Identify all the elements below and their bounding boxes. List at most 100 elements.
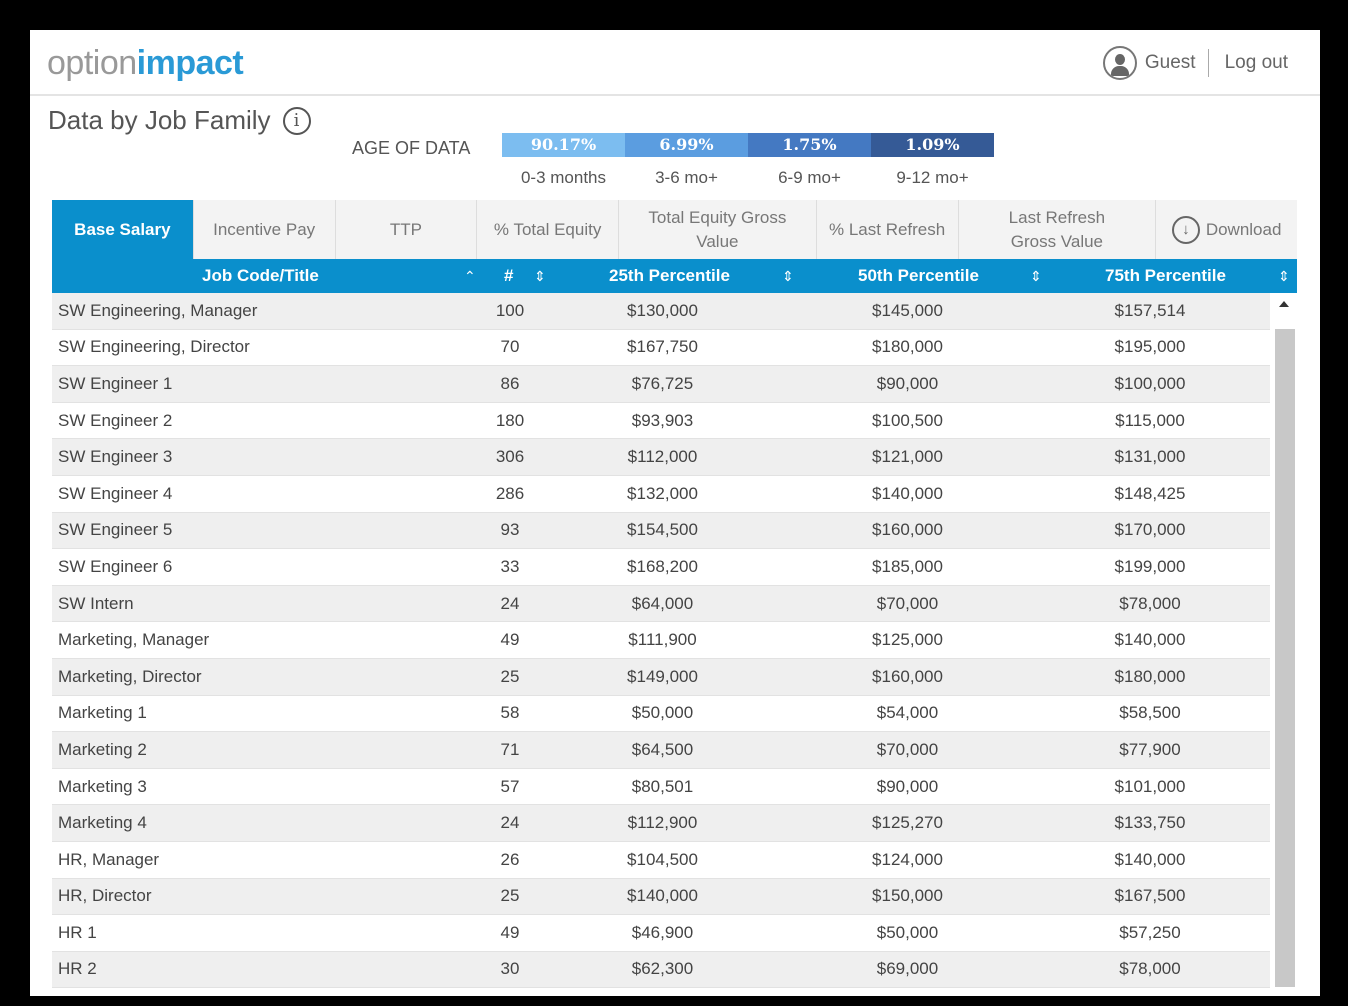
table-row[interactable]: SW Engineer 4 286 $132,000 $140,000 $148,425 — [52, 476, 1270, 513]
p25-cell: $64,500 — [631, 739, 694, 759]
table-row[interactable]: SW Intern 24 $64,000 $70,000 $78,000 — [52, 585, 1270, 623]
job-title-cell: SW Engineer 1 — [58, 373, 173, 393]
p25-cell: $112,000 — [627, 447, 698, 467]
job-title-cell: SW Intern — [58, 593, 134, 613]
sort-icon[interactable]: ⇕ — [534, 259, 546, 293]
count-cell: 26 — [500, 849, 520, 869]
download-button[interactable]: ↓ Download — [1156, 200, 1297, 259]
table-row[interactable]: SW Engineering, Manager 100 $130,000 $145,0… — [52, 293, 1270, 330]
sort-icon[interactable]: ⇕ — [782, 259, 794, 293]
col-job-title[interactable]: Job Code/Title — [202, 259, 319, 293]
tab-base-salary[interactable]: Base Salary — [52, 200, 194, 259]
user-name[interactable]: Guest — [1145, 52, 1196, 74]
info-icon[interactable]: i — [282, 106, 311, 135]
age-of-data-legend: 0-3 months 3-6 mo+ 6-9 mo+ 9-12 mo+ — [502, 168, 994, 188]
count-cell: 71 — [500, 739, 520, 759]
p50-cell: $70,000 — [876, 593, 939, 613]
tab-total-equity[interactable]: % Total Equity — [477, 200, 619, 259]
count-cell: 286 — [495, 483, 525, 503]
p50-cell: $100,500 — [872, 410, 943, 430]
page-title: Data by Job Family i — [48, 105, 311, 136]
table-row[interactable]: HR 2 30 $62,300 $69,000 $78,000 — [52, 951, 1270, 989]
job-title-cell: Marketing, Director — [58, 666, 202, 686]
p50-cell: $185,000 — [872, 556, 943, 576]
table-row[interactable]: Marketing 3 57 $80,501 $90,000 $101,000 — [52, 769, 1270, 806]
count-cell: 58 — [500, 703, 520, 723]
sort-icon[interactable]: ⇕ — [1030, 259, 1042, 293]
col-p75[interactable]: 75th Percentile — [1105, 259, 1226, 293]
count-cell: 49 — [500, 922, 520, 942]
user-icon — [1102, 46, 1137, 80]
count-cell: 57 — [500, 776, 520, 796]
tab-total-equity-gross-value[interactable]: Total Equity Gross Value — [619, 200, 817, 259]
table-header: Job Code/Title ⌃ # ⇕ 25th Percentile ⇕ 5… — [52, 259, 1297, 293]
job-title-cell: HR, Manager — [58, 849, 160, 869]
tab-last-refresh[interactable]: % Last Refresh — [817, 200, 959, 259]
job-title-cell: HR, Director — [58, 886, 152, 906]
sort-asc-icon[interactable]: ⌃ — [464, 259, 476, 293]
p25-cell: $76,725 — [631, 373, 694, 393]
age-segment: 1.09% — [871, 133, 994, 157]
table-row[interactable]: SW Engineer 3 306 $112,000 $121,000 $131,000 — [52, 439, 1270, 476]
sort-icon[interactable]: ⇕ — [1278, 259, 1290, 293]
scroll-thumb[interactable] — [1275, 329, 1295, 987]
p50-cell: $124,000 — [872, 849, 943, 869]
table-row[interactable]: Marketing 1 58 $50,000 $54,000 $58,500 — [52, 696, 1270, 733]
p50-cell: $145,000 — [872, 300, 943, 320]
p75-cell: $58,500 — [1119, 703, 1181, 723]
table-row[interactable]: SW Engineer 5 93 $154,500 $160,000 $170,000 — [52, 512, 1270, 550]
age-segment: 90.17% — [502, 133, 625, 157]
p75-cell: $101,000 — [1114, 776, 1186, 796]
p25-cell: $167,750 — [627, 337, 698, 357]
p25-cell: $111,900 — [628, 630, 697, 650]
p75-cell: $157,514 — [1114, 300, 1186, 320]
logout-link[interactable]: Log out — [1225, 52, 1288, 74]
tab-ttp[interactable]: TTP — [336, 200, 478, 259]
table-row[interactable]: HR, Manager 26 $104,500 $124,000 $140,000 — [52, 842, 1270, 879]
p25-cell: $132,000 — [627, 483, 698, 503]
metric-tabs: Base Salary Incentive Pay TTP% Total Equit… — [52, 200, 1297, 259]
count-cell: 33 — [500, 556, 520, 576]
p25-cell: $149,000 — [627, 666, 698, 686]
count-cell: 30 — [500, 959, 520, 979]
p75-cell: $57,250 — [1119, 922, 1181, 942]
table-row[interactable]: SW Engineer 6 33 $168,200 $185,000 $199,000 — [52, 549, 1270, 586]
table-row[interactable]: HR, Director 25 $140,000 $150,000 $167,500 — [52, 878, 1270, 916]
count-cell: 180 — [495, 410, 525, 430]
p75-cell: $78,000 — [1119, 959, 1181, 979]
p50-cell: $150,000 — [872, 886, 943, 906]
p50-cell: $125,270 — [872, 813, 943, 833]
scroll-up-icon[interactable] — [1279, 301, 1289, 307]
count-cell: 24 — [500, 813, 520, 833]
tab-last-refresh-gross-value[interactable]: Last Refresh Gross Value — [959, 200, 1157, 259]
job-title-cell: SW Engineer 4 — [58, 483, 173, 503]
job-title-cell: SW Engineering, Director — [58, 337, 250, 357]
p25-cell: $64,000 — [631, 593, 694, 613]
scrollbar[interactable] — [1273, 293, 1297, 987]
p25-cell: $112,900 — [627, 813, 698, 833]
p75-cell: $195,000 — [1114, 337, 1186, 357]
table-row[interactable]: SW Engineer 1 86 $76,725 $90,000 $100,000 — [52, 366, 1270, 403]
col-p50[interactable]: 50th Percentile — [858, 259, 979, 293]
age-segment: 1.75% — [748, 133, 871, 157]
logo[interactable]: optionimpact — [47, 44, 244, 83]
col-count[interactable]: # — [504, 259, 513, 293]
table-row[interactable]: Marketing, Director 25 $149,000 $160,000 $18… — [52, 658, 1270, 696]
table-row[interactable]: Marketing 4 24 $112,900 $125,270 $133,750 — [52, 805, 1270, 842]
job-title-cell: Marketing 3 — [58, 776, 147, 796]
tab-incentive-pay[interactable]: Incentive Pay — [194, 200, 336, 259]
count-cell: 100 — [495, 300, 525, 320]
job-title-cell: HR 1 — [58, 922, 97, 942]
table-row[interactable]: Marketing, Manager 49 $111,900 $125,000 $140… — [52, 622, 1270, 659]
table-row[interactable]: SW Engineering, Director 70 $167,750 $180,0… — [52, 330, 1270, 367]
p50-cell: $70,000 — [876, 739, 939, 759]
col-p25[interactable]: 25th Percentile — [609, 259, 730, 293]
table-row[interactable]: HR 1 49 $46,900 $50,000 $57,250 — [52, 915, 1270, 952]
job-title-cell: Marketing 2 — [58, 739, 147, 759]
p25-cell: $80,501 — [631, 776, 694, 796]
age-segment-label: 0-3 months — [520, 168, 607, 187]
p75-cell: $78,000 — [1119, 593, 1181, 613]
table-row[interactable]: Marketing 2 71 $64,500 $70,000 $77,900 — [52, 732, 1270, 769]
p50-cell: $50,000 — [876, 922, 939, 942]
table-row[interactable]: SW Engineer 2 180 $93,903 $100,500 $115,000 — [52, 403, 1270, 440]
